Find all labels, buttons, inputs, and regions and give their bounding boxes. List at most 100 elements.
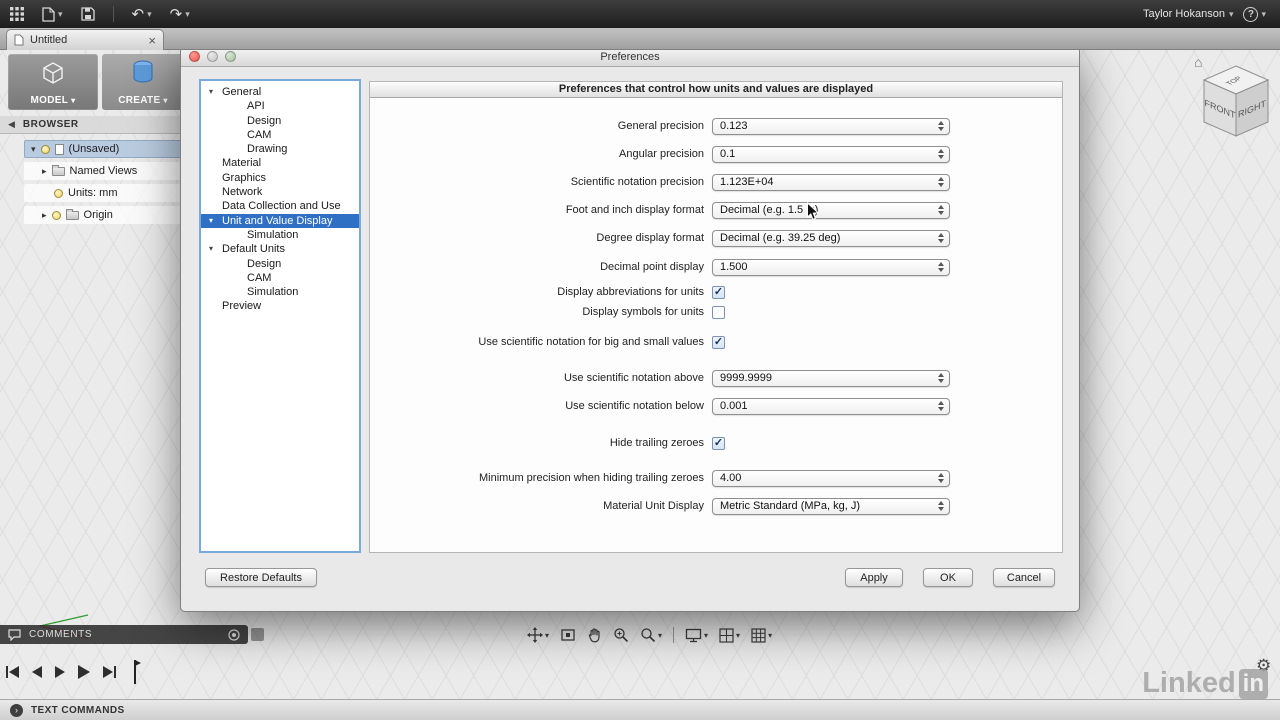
tree-item-design[interactable]: Design [201,114,359,128]
tree-item-simulation[interactable]: Simulation [201,285,359,299]
tab-close-icon[interactable]: × [148,34,156,47]
caret-down-icon[interactable]: ▾ [147,9,152,20]
caret-right-icon[interactable] [42,165,47,177]
decimal-point-display-select[interactable]: 1.500 [712,259,950,276]
zoom-window-button[interactable]: ▾ [640,627,662,643]
caret-down-icon[interactable]: ▾ [185,9,190,20]
expand-triangle-icon[interactable]: ▾ [209,85,222,99]
tree-item-label: Drawing [247,142,287,156]
browser-item-unsaved[interactable]: (Unsaved) [24,140,196,158]
help-icon: ? [1243,7,1258,22]
use-scientific-notation-below-select[interactable]: 0.001 [712,398,950,415]
tree-item-graphics[interactable]: Graphics [201,171,359,185]
stepper-arrows-icon [938,373,944,383]
comments-bar[interactable]: COMMENTS [0,625,248,644]
display-symbols-for-units-checkbox[interactable] [712,306,725,319]
tree-item-material[interactable]: Material [201,156,359,170]
browser-item-label: Origin [84,209,113,221]
grid-snap-button[interactable]: ▾ [719,628,740,643]
play-button[interactable] [78,665,90,679]
caret-down-icon: ▾ [704,631,708,640]
expand-triangle-icon[interactable]: ▾ [209,242,222,256]
caret-down-icon: ▾ [768,631,772,640]
restore-defaults-button[interactable]: Restore Defaults [205,568,317,587]
tab-untitled[interactable]: Untitled × [6,29,164,50]
step-back-button[interactable] [32,666,42,678]
step-forward-icon [55,666,65,678]
tree-item-api[interactable]: API [201,99,359,113]
tree-item-default-units[interactable]: ▾Default Units [201,242,359,256]
home-icon[interactable]: ⌂ [1194,54,1202,70]
close-window-icon[interactable] [189,51,200,62]
hide-trailing-zeroes-checkbox[interactable]: ✓ [712,437,725,450]
browser-item-named-views[interactable]: Named Views [24,162,196,180]
tree-item-preview[interactable]: Preview [201,299,359,313]
tree-item-network[interactable]: Network [201,185,359,199]
timeline-marker[interactable] [131,658,141,685]
caret-down-icon: ▾ [658,631,662,640]
field-label: Display abbreviations for units [370,286,712,298]
display-settings-button[interactable]: ▾ [685,628,708,643]
expand-triangle-icon[interactable]: ▾ [209,214,222,228]
dialog-title: Preferences [600,51,659,63]
comment-marker-icon[interactable] [228,629,240,641]
zoom-window-icon[interactable] [225,51,236,62]
browser-item-units-mm[interactable]: Units: mm [24,184,196,202]
browser-item-origin[interactable]: Origin [24,206,196,224]
minimize-window-icon[interactable] [207,51,218,62]
degree-display-format-select[interactable]: Decimal (e.g. 39.25 deg) [712,230,950,247]
redo-button[interactable]: ↷ ▾ [170,7,190,22]
tree-item-cam[interactable]: CAM [201,271,359,285]
pan-hand-button[interactable] [587,627,602,643]
user-account-menu[interactable]: Taylor Hokanson ▾ [1143,8,1233,20]
display-abbreviations-for-units-checkbox[interactable]: ✓ [712,286,725,299]
tree-item-label: Network [222,185,262,199]
document-icon [14,34,24,46]
step-forward-button[interactable] [55,666,65,678]
general-precision-select[interactable]: 0.123 [712,118,950,135]
minimum-precision-when-hiding-trailing-zeroes-select[interactable]: 4.00 [712,470,950,487]
file-menu-icon[interactable]: ▾ [42,7,63,22]
comments-resize-handle[interactable] [251,628,264,641]
cancel-button[interactable]: Cancel [993,568,1055,587]
tree-item-simulation[interactable]: Simulation [201,228,359,242]
tree-item-general[interactable]: ▾General [201,85,359,99]
tree-item-unit-and-value-display[interactable]: ▾Unit and Value Display [201,214,359,228]
dialog-title-bar[interactable]: Preferences [181,47,1079,67]
viewcube[interactable]: ⌂ TOP FRONT RIGHT [1190,52,1280,159]
tree-item-design[interactable]: Design [201,257,359,271]
tree-item-cam[interactable]: CAM [201,128,359,142]
ok-button[interactable]: OK [923,568,973,587]
settings-gear-icon[interactable]: ⚙ [1256,656,1271,676]
help-menu[interactable]: ? ▾ [1243,7,1266,22]
zoom-button[interactable] [613,627,629,643]
tree-item-data-collection-and-use[interactable]: Data Collection and Use [201,199,359,213]
select-value: 9999.9999 [720,372,772,384]
use-scientific-notation-above-select[interactable]: 9999.9999 [712,370,950,387]
material-unit-display-select[interactable]: Metric Standard (MPa, kg, J) [712,498,950,515]
caret-down-icon[interactable] [31,143,36,155]
use-scientific-notation-for-big-and-small-values-checkbox[interactable]: ✓ [712,336,725,349]
tree-item-label: Preview [222,299,261,313]
apply-button[interactable]: Apply [845,568,903,587]
angular-precision-select[interactable]: 0.1 [712,146,950,163]
viewports-button[interactable]: ▾ [751,628,772,643]
save-icon[interactable] [81,7,95,21]
collapse-browser-icon[interactable]: ◀ [8,119,15,130]
scientific-notation-precision-select[interactable]: 1.123E+04 [712,174,950,191]
tree-item-label: API [247,99,265,113]
go-to-end-button[interactable] [103,666,116,678]
pan-button[interactable]: ▾ [527,627,549,643]
app-grid-icon[interactable] [10,7,24,21]
form-row: Angular precision0.1 [370,145,1062,163]
text-commands-bar[interactable]: › TEXT COMMANDS [0,699,1280,720]
workspace-switcher-model[interactable]: MODEL▾ [8,54,98,110]
undo-button[interactable]: ↶ ▾ [132,7,152,22]
create-panel[interactable]: CREATE▾ [102,54,184,110]
foot-and-inch-display-format-select[interactable]: Decimal (e.g. 1.5 in) [712,202,950,219]
fit-view-button[interactable] [560,628,576,642]
tree-item-drawing[interactable]: Drawing [201,142,359,156]
caret-right-icon[interactable] [42,209,47,221]
toolbar-divider [113,6,114,22]
go-to-start-button[interactable] [6,666,19,678]
